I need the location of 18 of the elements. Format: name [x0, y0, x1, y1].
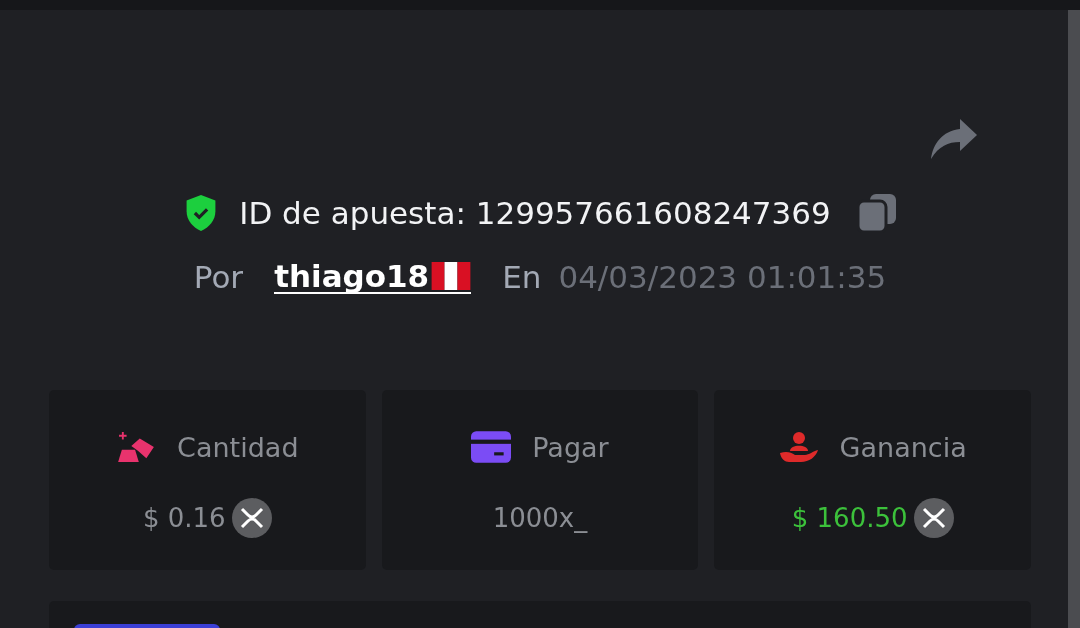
- flag-icon: [431, 262, 472, 290]
- stat-label: Cantidad: [177, 431, 299, 463]
- username-link[interactable]: thiago18: [274, 259, 472, 295]
- credit-card-icon: [471, 431, 512, 463]
- share-icon[interactable]: [930, 118, 978, 160]
- hand-person-icon: [778, 431, 819, 463]
- copy-icon[interactable]: [856, 193, 897, 233]
- at-label: En: [502, 259, 542, 295]
- by-label: Por: [193, 259, 244, 295]
- stat-label: Pagar: [532, 431, 609, 463]
- stat-value: $ 160.50: [791, 503, 908, 533]
- stat-label: Ganancia: [839, 431, 967, 463]
- scrollbar[interactable]: [1068, 10, 1080, 628]
- stat-value: 1000x_: [492, 503, 588, 533]
- stat-value: $ 0.16: [142, 503, 226, 533]
- bet-datetime: 04/03/2023 01:01:35: [558, 259, 887, 295]
- bet-id-text: ID de apuesta: 129957661608247369: [239, 195, 831, 231]
- ingot-stack-icon: [116, 431, 157, 463]
